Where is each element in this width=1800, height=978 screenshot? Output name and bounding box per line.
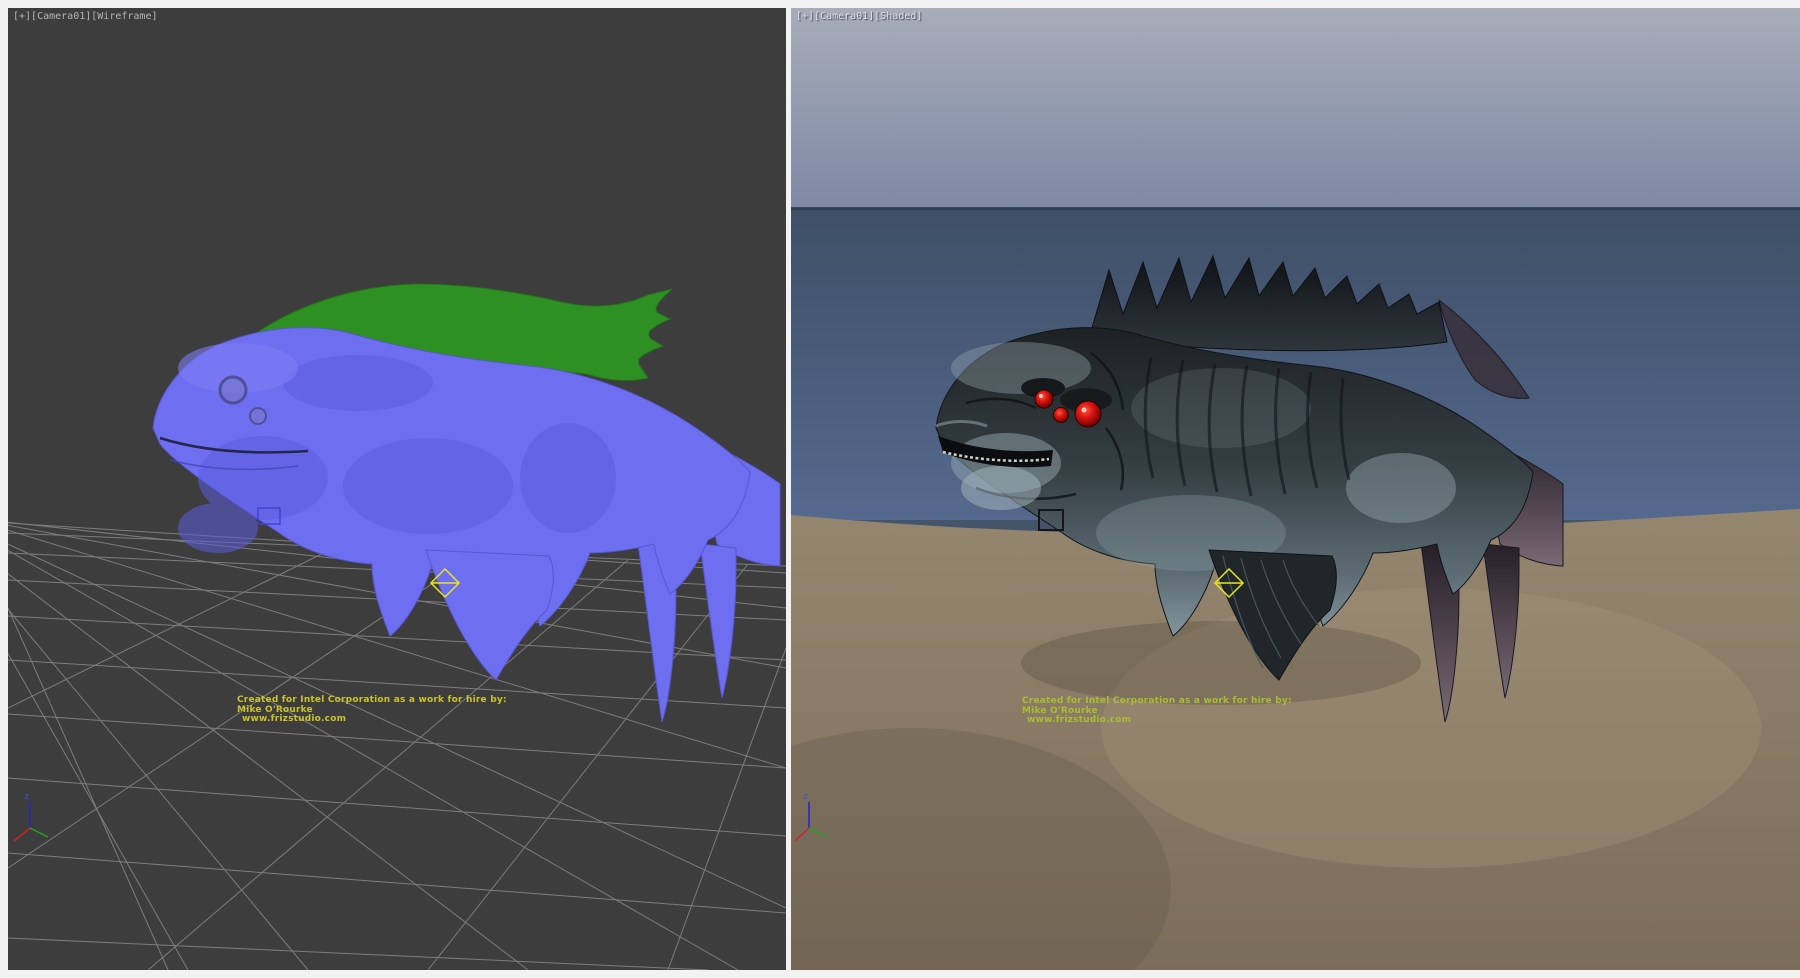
horizon-line: [791, 207, 1800, 210]
credit-line-3: www.frizstudio.com: [242, 715, 507, 725]
viewport-label-wireframe[interactable]: [+][Camera01][Wireframe]: [13, 11, 158, 22]
fish-eye-small: [250, 408, 266, 424]
fish-eye-large: [220, 377, 246, 403]
axis-z-label: z: [24, 792, 29, 802]
red-eye-1: [1035, 390, 1053, 408]
viewport-wireframe: z [+][Camera01][Wireframe] Created for I…: [8, 8, 786, 970]
viewport-stage: z [+][Camera01][Wireframe] Created for I…: [0, 0, 1800, 978]
sky-upper: [791, 8, 1800, 208]
red-eye-3: [1075, 401, 1101, 427]
eye-specular-1: [1039, 394, 1043, 398]
axis-z-label: z: [803, 792, 808, 802]
credit-text-wireframe: Created for Intel Corporation as a work …: [237, 696, 507, 725]
fish-ground-shadow: [1021, 621, 1421, 705]
chin-highlight: [961, 466, 1041, 510]
red-eye-2: [1054, 408, 1069, 423]
viewport-shaded: z [+][Camera01][Shaded] Created for Inte…: [791, 8, 1800, 970]
eye-specular-3: [1082, 408, 1087, 413]
credit-line-3: www.frizstudio.com: [1027, 716, 1292, 726]
wireframe-canvas[interactable]: z: [8, 8, 786, 970]
viewport-label-shaded[interactable]: [+][Camera01][Shaded]: [796, 11, 922, 22]
shaded-canvas[interactable]: z: [791, 8, 1800, 970]
credit-text-shaded: Created for Intel Corporation as a work …: [1022, 697, 1292, 726]
